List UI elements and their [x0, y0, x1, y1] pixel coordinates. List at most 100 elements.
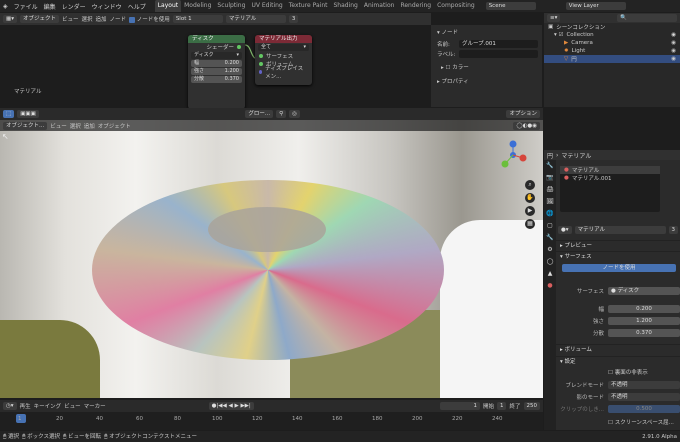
pan-hand-icon[interactable]: ✋	[525, 193, 535, 203]
blender-logo-icon[interactable]: ◈	[0, 3, 11, 10]
select-tool-icon[interactable]: ⬚	[3, 110, 15, 118]
node-select-menu[interactable]: 選択	[82, 15, 93, 23]
disk-scale-field[interactable]: 幅 0.200	[191, 60, 242, 67]
node-editor-canvas[interactable]: ディスク シェーダー ディスク ▾ 幅 0.200 強さ 1.200 分散 0.370 …	[0, 25, 431, 109]
viewport-add-menu[interactable]: 追加	[84, 122, 95, 130]
material-tab-icon[interactable]: ●	[547, 282, 552, 289]
outliner-camera[interactable]: ▶ Camera ◉	[544, 39, 680, 47]
surface-shader-dropdown[interactable]: ● ディスク	[608, 287, 680, 295]
viewport-view-menu[interactable]: ビュー	[50, 122, 67, 130]
select-mode-icons[interactable]: ▣▣▣	[17, 110, 39, 118]
settings-panel-header[interactable]: ▾ 設定	[556, 356, 680, 366]
outliner-light[interactable]: ✹ Light ◉	[544, 47, 680, 55]
grid-icon[interactable]: ▦	[525, 219, 535, 229]
current-frame-field[interactable]: 1	[439, 402, 480, 410]
shadow-mode-dropdown[interactable]: 不透明	[608, 393, 680, 401]
blend-mode-dropdown[interactable]: 不透明	[608, 381, 680, 389]
use-nodes-button[interactable]: ノードを使用	[562, 264, 676, 272]
outliner-type-icon[interactable]: ≡▾	[547, 14, 561, 22]
volume-panel-header[interactable]: ▸ ボリューム	[556, 344, 680, 354]
tab-texture-paint[interactable]: Texture Paint	[286, 0, 331, 12]
menu-edit[interactable]: 編集	[41, 2, 59, 11]
material-output-node[interactable]: マテリアル出力 全て ▾ サーフェス ボリューム ディスプレイスメン...	[255, 35, 312, 85]
prop-div-field[interactable]: 0.370	[608, 329, 680, 337]
snap-icon[interactable]: ⚲	[276, 110, 287, 118]
node-node-menu[interactable]: ノード	[110, 15, 127, 23]
output-target-dropdown[interactable]: 全て ▾	[258, 44, 309, 51]
playback-menu[interactable]: 再生	[20, 402, 31, 410]
visibility-eye-icon[interactable]: ◉	[671, 32, 676, 38]
tab-uv-editing[interactable]: UV Editing	[248, 0, 285, 12]
disk-div-field[interactable]: 分散 0.370	[191, 76, 242, 83]
node-mode-dropdown[interactable]: オブジェクト	[19, 15, 59, 23]
clip-threshold-field[interactable]: 0.500	[608, 405, 680, 413]
tab-shading[interactable]: Shading	[330, 0, 360, 12]
tab-compositing[interactable]: Compositing	[434, 0, 478, 12]
material-name-field[interactable]: マテリアル	[225, 15, 286, 23]
disk-eye-icon[interactable]: ◉	[671, 56, 676, 62]
end-frame-field[interactable]: 250	[523, 402, 540, 410]
3d-viewport[interactable]: オブジェクト... ビュー 選択 追加 オブジェクト ◯◐●◉ ⌕ ✋ ▶ ▦ …	[0, 120, 543, 398]
orientation-dropdown[interactable]: グロー...	[245, 110, 274, 118]
material-users-count[interactable]: 3	[288, 15, 299, 23]
tab-animation[interactable]: Animation	[361, 0, 398, 12]
timeline-type-icon[interactable]: ◷▾	[3, 402, 17, 410]
outliner-search[interactable]: 🔍	[617, 14, 677, 22]
node-name-field[interactable]: グループ.001	[459, 40, 538, 48]
zoom-icon[interactable]: ⌕	[525, 180, 535, 190]
node-properties-header[interactable]: ▸ プロパティ	[431, 75, 542, 87]
preview-panel-header[interactable]: ▸ プレビュー	[556, 240, 680, 250]
backface-checkbox[interactable]: ☐ 裏面の非表示	[608, 368, 648, 376]
camera-eye-icon[interactable]: ◉	[671, 40, 676, 46]
prop-strength-field[interactable]: 1.200	[608, 317, 680, 325]
material-slot-list[interactable]: ● マテリアル ● マテリアル.001	[560, 166, 660, 212]
proportional-icon[interactable]: ◎	[289, 110, 300, 118]
playback-controls[interactable]: ●|◀◀ ◀ ▶ ▶▶|	[208, 402, 254, 410]
slot-item[interactable]: ● マテリアル.001	[560, 174, 660, 182]
shading-mode-icons[interactable]: ◯◐●◉	[513, 121, 540, 130]
light-eye-icon[interactable]: ◉	[671, 48, 676, 54]
menu-window[interactable]: ウィンドウ	[89, 2, 125, 11]
use-nodes-checkbox[interactable]: ノードを使用	[129, 15, 170, 23]
timeline-view-menu[interactable]: ビュー	[64, 402, 81, 410]
marker-menu[interactable]: マーカー	[84, 402, 106, 410]
start-frame-field[interactable]: 1	[496, 402, 507, 410]
scene-selector[interactable]: Scene	[485, 2, 536, 10]
viewport-select-menu[interactable]: 選択	[70, 122, 81, 130]
keying-menu[interactable]: キーイング	[34, 402, 62, 410]
volume-socket[interactable]	[259, 62, 263, 66]
outliner-disk-object[interactable]: ▽ 円 ◉	[544, 55, 680, 63]
surface-panel-header[interactable]: ▾ サーフェス	[556, 251, 680, 261]
slot-item[interactable]: ● マテリアル	[560, 166, 660, 174]
surface-socket[interactable]	[259, 54, 263, 58]
view-layer-selector[interactable]: View Layer	[565, 2, 626, 10]
prop-scale-field[interactable]: 0.200	[608, 305, 680, 313]
disk-strength-field[interactable]: 強さ 1.200	[191, 68, 242, 75]
material-browse-icon[interactable]: ●▾	[558, 226, 572, 234]
navigation-gizmo[interactable]	[498, 140, 528, 170]
node-label-field[interactable]	[459, 50, 538, 58]
menu-help[interactable]: ヘルプ	[125, 2, 149, 11]
tab-rendering[interactable]: Rendering	[397, 0, 434, 12]
disk-type-dropdown[interactable]: ディスク ▾	[191, 52, 242, 59]
material-datablock-name[interactable]: マテリアル	[574, 226, 666, 234]
tab-sculpting[interactable]: Sculpting	[214, 0, 248, 12]
tab-layout[interactable]: Layout	[154, 0, 182, 12]
camera-view-icon[interactable]: ▶	[525, 206, 535, 216]
outliner-scene-collection[interactable]: ▣ シーンコレクション	[544, 23, 680, 31]
displacement-socket[interactable]	[259, 70, 263, 74]
menu-render[interactable]: レンダー	[59, 2, 89, 11]
slot-dropdown[interactable]: Slot 1	[172, 15, 223, 23]
node-section-header[interactable]: ▾ ノード	[431, 25, 542, 39]
disk-node[interactable]: ディスク シェーダー ディスク ▾ 幅 0.200 強さ 1.200 分散 0.370	[188, 35, 245, 109]
node-color-toggle[interactable]: ▸ ☐ カラー	[431, 59, 542, 75]
editor-type-icon[interactable]: ▦▾	[3, 15, 17, 23]
node-view-menu[interactable]: ビュー	[62, 15, 79, 23]
menu-file[interactable]: ファイル	[11, 2, 41, 11]
outliner-collection[interactable]: ▾ ☑ Collection ◉	[544, 31, 680, 39]
options-dropdown[interactable]: オプション	[506, 110, 540, 118]
cursor-tool-icon[interactable]: ↖	[2, 132, 12, 142]
shader-output-socket[interactable]	[237, 45, 241, 49]
node-add-menu[interactable]: 追加	[96, 15, 107, 23]
tab-modeling[interactable]: Modeling	[181, 0, 214, 12]
